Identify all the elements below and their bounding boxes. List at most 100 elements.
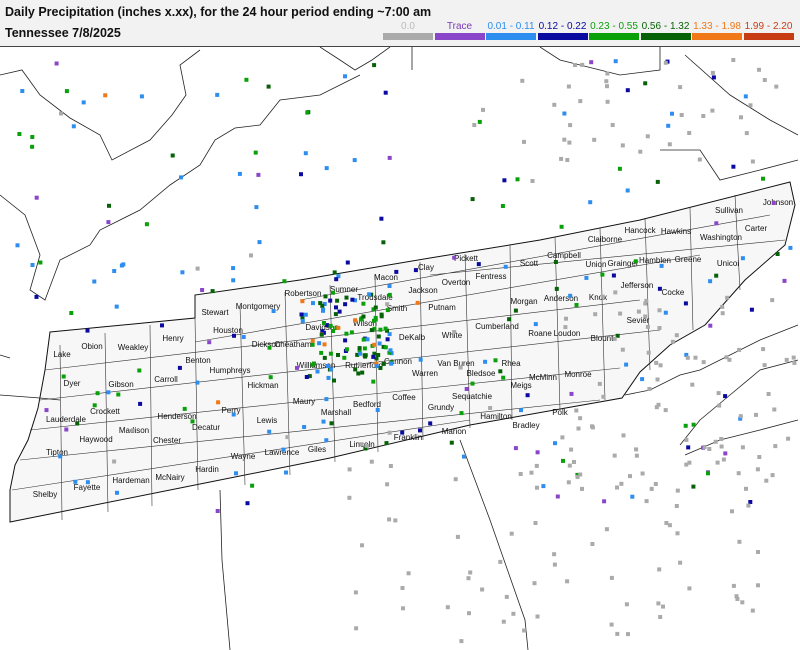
station-marker	[727, 357, 732, 362]
station-marker	[613, 290, 618, 295]
station-marker	[344, 295, 349, 300]
station-marker	[575, 475, 580, 479]
station-marker	[106, 390, 111, 395]
station-marker	[659, 263, 664, 268]
station-marker	[644, 298, 649, 303]
state-boundary-georgia-alabama	[459, 439, 529, 650]
station-marker	[552, 562, 557, 567]
station-marker	[574, 303, 579, 307]
station-marker	[717, 403, 722, 408]
county-label: Decatur	[192, 423, 220, 432]
station-marker	[501, 375, 506, 380]
station-marker	[625, 88, 630, 93]
station-marker	[534, 463, 539, 468]
station-marker	[683, 301, 688, 306]
station-marker	[144, 222, 149, 227]
station-marker	[592, 137, 597, 142]
station-marker	[784, 357, 789, 362]
river-ohio	[0, 74, 361, 301]
header-panel: Daily Precipitation (inches x.xx), for t…	[0, 0, 800, 47]
station-marker	[315, 369, 320, 374]
station-marker	[757, 67, 761, 72]
station-marker	[566, 480, 571, 485]
legend-swatch	[537, 33, 588, 40]
station-marker	[180, 270, 185, 275]
county-label: Hardeman	[112, 476, 149, 485]
station-marker	[353, 318, 358, 323]
station-marker	[568, 123, 573, 128]
county-label: Meigs	[510, 381, 531, 390]
station-marker	[455, 534, 460, 539]
station-marker	[501, 619, 506, 624]
county-label: McMinn	[529, 373, 557, 382]
station-marker	[378, 327, 383, 332]
station-marker	[300, 299, 305, 304]
station-marker	[116, 392, 121, 397]
station-marker	[387, 517, 392, 522]
station-marker	[112, 269, 117, 273]
station-marker	[453, 477, 458, 482]
station-marker	[661, 604, 665, 609]
station-marker	[609, 575, 614, 580]
station-marker	[691, 422, 696, 427]
station-marker	[400, 586, 405, 590]
station-marker	[179, 175, 183, 180]
county-label: Rhea	[501, 359, 521, 368]
station-marker	[323, 294, 328, 299]
station-marker	[529, 470, 534, 475]
county-label: Blount	[591, 334, 614, 343]
station-marker	[377, 341, 382, 346]
station-marker	[664, 521, 669, 525]
station-marker	[381, 240, 386, 245]
station-marker	[319, 350, 324, 355]
county-label: Hawkins	[661, 227, 691, 236]
station-marker	[385, 482, 390, 487]
station-marker	[590, 542, 595, 546]
station-marker	[54, 61, 59, 66]
station-marker	[347, 495, 352, 500]
station-marker	[257, 240, 262, 245]
station-marker	[624, 602, 629, 607]
station-marker	[373, 315, 378, 320]
station-marker	[719, 437, 724, 441]
station-marker	[600, 272, 605, 277]
station-marker	[361, 337, 366, 342]
station-marker	[684, 437, 689, 442]
station-marker	[335, 298, 340, 303]
station-marker	[387, 155, 392, 160]
station-marker	[58, 454, 63, 459]
station-marker	[266, 84, 271, 89]
station-marker	[756, 550, 760, 554]
station-marker	[331, 329, 336, 333]
station-marker	[749, 307, 754, 312]
station-marker	[567, 463, 572, 468]
station-marker	[195, 266, 200, 271]
station-marker	[738, 414, 743, 419]
station-marker	[519, 408, 523, 413]
station-marker	[714, 221, 719, 226]
station-marker	[182, 406, 187, 411]
station-marker	[600, 294, 605, 299]
station-marker	[690, 382, 695, 387]
station-marker	[190, 419, 195, 424]
station-marker	[710, 108, 715, 113]
county-label: Robertson	[285, 289, 322, 298]
station-marker	[393, 518, 398, 523]
station-marker	[640, 377, 645, 382]
station-marker	[387, 284, 392, 288]
station-marker	[387, 292, 392, 297]
station-marker	[764, 478, 769, 483]
station-marker	[533, 521, 538, 525]
station-marker	[92, 279, 97, 284]
county-label: Bradley	[512, 421, 539, 430]
station-marker	[282, 279, 287, 284]
station-marker	[215, 92, 220, 97]
station-marker	[645, 324, 650, 329]
county-label: Jefferson	[621, 281, 654, 290]
station-marker	[644, 499, 649, 504]
county-label: Cannon	[384, 357, 412, 366]
station-marker	[344, 331, 349, 336]
station-marker	[328, 298, 333, 303]
station-marker	[533, 322, 538, 327]
station-marker	[626, 632, 630, 637]
